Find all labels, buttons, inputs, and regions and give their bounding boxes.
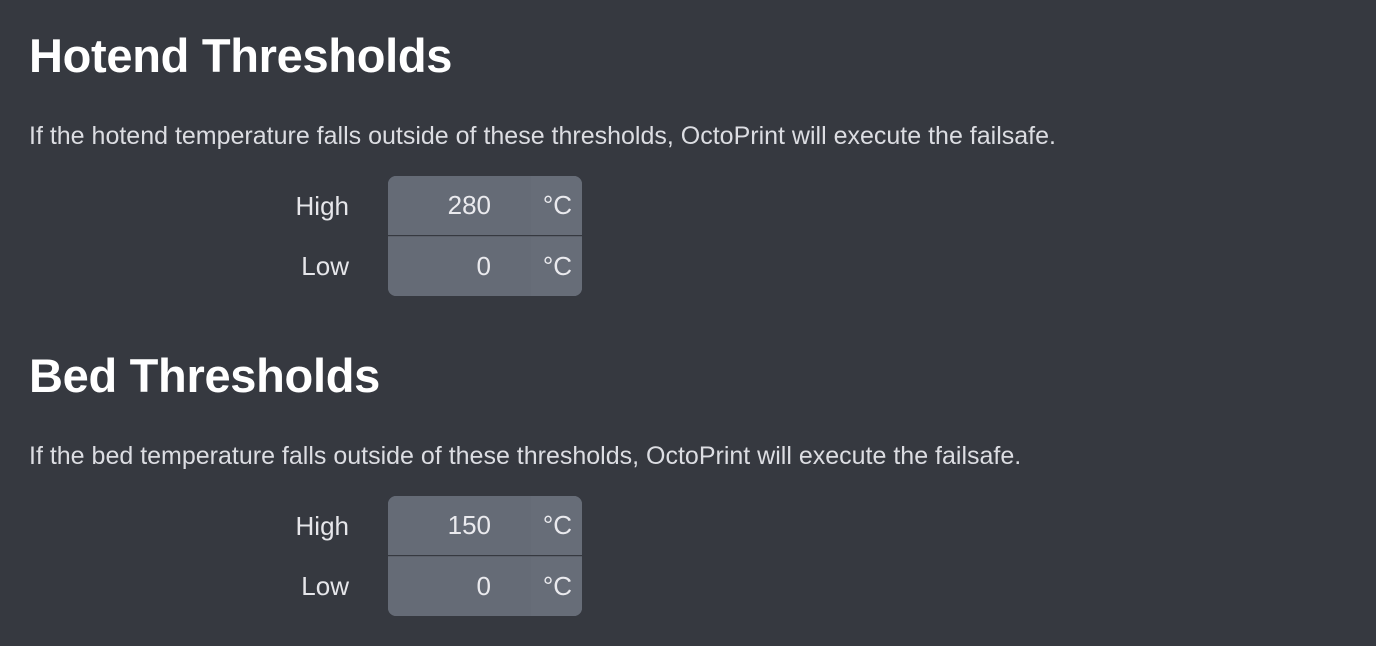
threshold-fields: High °C Low °C (29, 176, 589, 296)
unit-addon: °C (531, 496, 582, 555)
bed-low-row: Low °C (29, 556, 589, 616)
hotend-thresholds-section: Hotend Thresholds If the hotend temperat… (29, 28, 1056, 296)
threshold-fields: High °C Low °C (29, 496, 589, 616)
field-label: Low (301, 571, 349, 601)
hotend-high-input-group: °C (388, 176, 582, 235)
hotend-low-input-group: °C (388, 236, 582, 296)
bed-low-input-group: °C (388, 556, 582, 616)
hotend-high-row: High °C (29, 176, 589, 236)
unit-addon: °C (531, 176, 582, 235)
bed-high-input-group: °C (388, 496, 582, 555)
unit-addon: °C (531, 237, 582, 296)
section-description: If the bed temperature falls outside of … (29, 442, 1022, 470)
field-label: High (295, 511, 349, 541)
hotend-high-input[interactable] (388, 176, 531, 235)
hotend-low-input[interactable] (388, 237, 531, 296)
bed-high-input[interactable] (388, 496, 531, 555)
section-description: If the hotend temperature falls outside … (29, 122, 1056, 150)
section-title: Hotend Thresholds (29, 29, 453, 82)
bed-low-input[interactable] (388, 557, 531, 616)
unit-addon: °C (531, 557, 582, 616)
section-title: Bed Thresholds (29, 349, 380, 402)
hotend-low-row: Low °C (29, 236, 589, 296)
field-label: Low (301, 251, 349, 281)
bed-thresholds-section: Bed Thresholds If the bed temperature fa… (29, 348, 1021, 616)
bed-high-row: High °C (29, 496, 589, 556)
field-label: High (295, 191, 349, 221)
